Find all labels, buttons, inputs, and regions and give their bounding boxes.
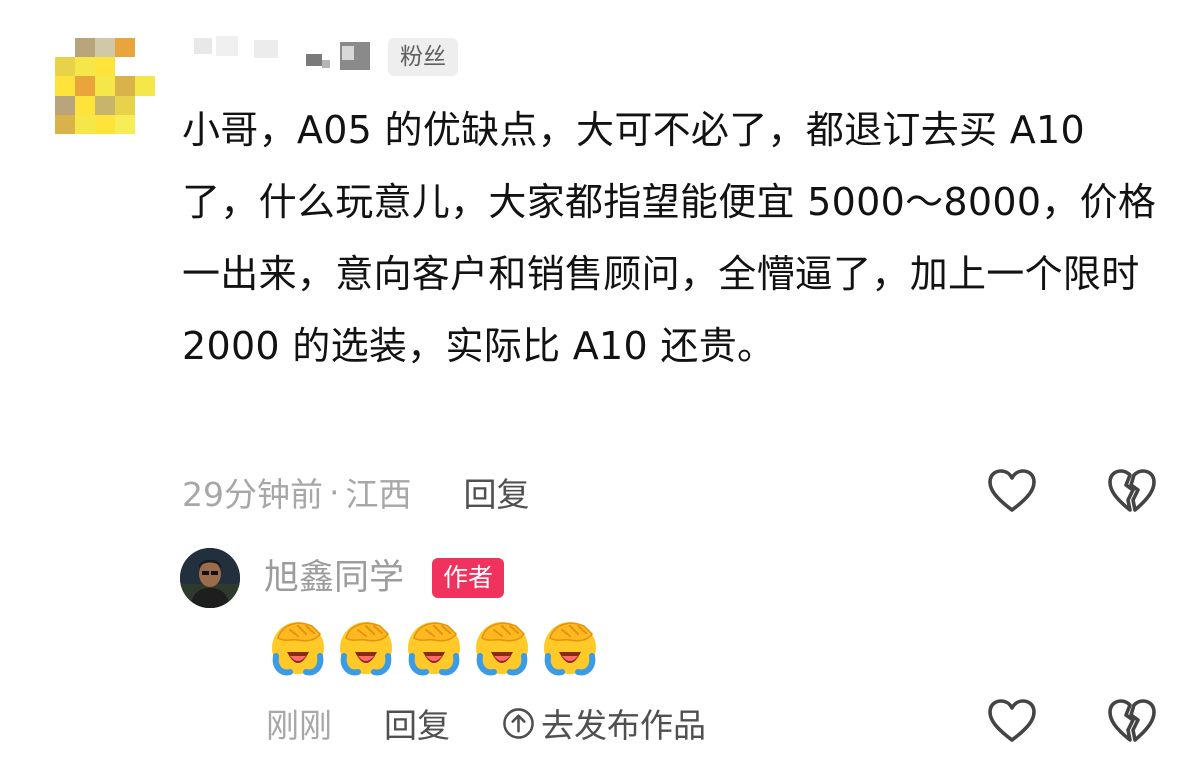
meta-separator: ·	[329, 472, 340, 512]
face-palm-crying-emoji	[272, 622, 324, 676]
face-palm-crying-emoji	[336, 616, 396, 682]
reply-button[interactable]: 回复	[464, 468, 530, 516]
like-button[interactable]	[986, 466, 1038, 516]
dislike-button-2[interactable]	[1106, 696, 1158, 746]
share-to-post-button[interactable]: 去发布作品	[502, 699, 706, 747]
share-to-post-label: 去发布作品	[541, 706, 706, 745]
comment-text[interactable]: 小哥，A05 的优缺点，大可不必了，都退订去买 A10 了，什么玩意儿，大家都指…	[182, 94, 1172, 382]
arrow-up-circle-icon	[503, 707, 534, 739]
face-palm-crying-emoji	[472, 616, 532, 682]
fan-badge: 粉丝	[388, 38, 458, 76]
heart-outline-icon	[988, 469, 1036, 512]
blurred-username[interactable]	[190, 36, 380, 76]
face-palm-crying-emoji	[268, 616, 328, 682]
face-palm-crying-emoji	[540, 616, 600, 682]
face-palm-crying-emoji	[408, 622, 460, 676]
face-palm-crying-emoji	[544, 622, 596, 676]
comment-location: 江西	[345, 475, 412, 514]
reply-button-2[interactable]: 回复	[384, 699, 450, 747]
like-button-2[interactable]	[986, 696, 1038, 746]
broken-heart-icon	[1108, 469, 1156, 512]
face-palm-crying-emoji	[340, 622, 392, 676]
heart-outline-icon	[988, 699, 1036, 742]
reply-text[interactable]	[268, 616, 600, 682]
dislike-button[interactable]	[1106, 466, 1158, 516]
author-avatar[interactable]	[180, 548, 240, 608]
face-palm-crying-emoji	[404, 616, 464, 682]
author-badge: 作者	[432, 558, 505, 598]
blurred-avatar[interactable]	[55, 38, 155, 134]
author-name[interactable]: 旭鑫同学	[264, 556, 404, 600]
face-palm-crying-emoji	[476, 622, 528, 676]
comment-time: 29分钟前	[182, 475, 323, 514]
broken-heart-icon	[1108, 699, 1156, 742]
comment-meta: 29分钟前 · 江西 回复	[182, 468, 530, 516]
reply-meta: 刚刚 回复 去发布作品	[266, 698, 706, 748]
reply-time: 刚刚	[266, 706, 332, 745]
